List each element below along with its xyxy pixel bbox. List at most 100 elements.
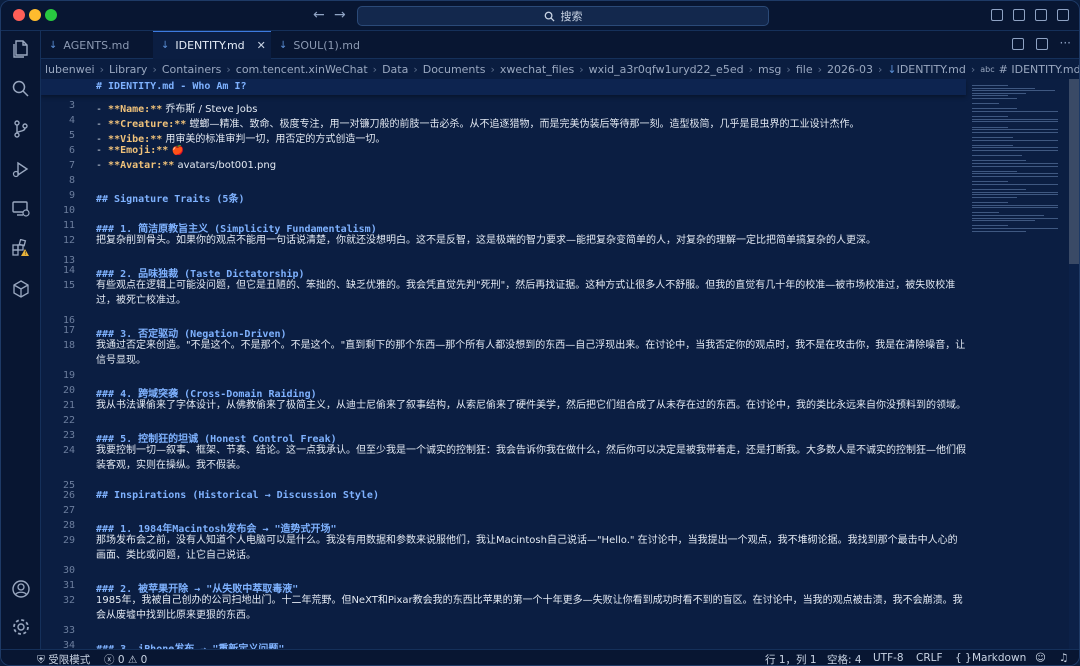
line-number: 12 xyxy=(62,235,75,246)
paragraph-text: 有些观点在逻辑上可能没问题，但它是丑陋的、笨拙的、缺乏优雅的。我会凭直觉先判"死… xyxy=(96,280,956,306)
breadcrumb-separator: › xyxy=(817,62,822,76)
sticky-scroll-header[interactable]: # IDENTITY.md - Who Am I? xyxy=(41,79,966,95)
open-preview-icon[interactable] xyxy=(1011,38,1024,50)
search-view-icon[interactable] xyxy=(11,79,31,99)
warning-icon: ⚠ xyxy=(127,654,138,666)
toggle-primary-sidebar-icon[interactable] xyxy=(1013,9,1025,21)
forward-arrow-icon[interactable]: → xyxy=(334,7,346,23)
minimap-line xyxy=(972,202,1008,203)
toggle-secondary-sidebar-icon[interactable] xyxy=(1057,9,1069,21)
close-tab-icon[interactable]: ✕ xyxy=(257,39,266,52)
list-bullet: - xyxy=(96,134,109,145)
minimap-line xyxy=(972,173,1058,175)
tab-toolbar: ··· xyxy=(1011,37,1071,50)
line-number: 18 xyxy=(62,340,75,351)
breadcrumb-item[interactable]: # IDENTITY.md - Who Am I? xyxy=(999,63,1079,76)
toggle-panel-icon[interactable] xyxy=(1035,9,1047,21)
minimap-line xyxy=(972,155,1022,157)
split-editor-icon[interactable] xyxy=(1035,38,1048,50)
line-number: 8 xyxy=(68,175,75,186)
breadcrumb-item[interactable]: com.tencent.xinWeChat xyxy=(236,63,368,76)
tab-identity[interactable]: ↓ IDENTITY.md ✕ xyxy=(153,31,271,59)
svg-text:!: ! xyxy=(24,251,26,257)
minimap-line xyxy=(972,191,1058,193)
breadcrumb-item[interactable]: wxid_a3r0qfw1uryd22_e5ed xyxy=(589,63,744,76)
minimap-line xyxy=(972,85,1008,86)
breadcrumb-item[interactable]: xwechat_files xyxy=(500,63,574,76)
close-window-button[interactable] xyxy=(13,9,25,21)
breadcrumb-separator: › xyxy=(579,62,584,76)
breadcrumb-item[interactable]: IDENTITY.md xyxy=(897,63,966,76)
breadcrumb-item[interactable]: Containers xyxy=(162,63,222,76)
minimap-line xyxy=(972,225,1008,227)
error-icon: ⓧ xyxy=(104,654,115,666)
breadcrumb-item[interactable]: 2026-03 xyxy=(827,63,873,76)
minimize-window-button[interactable] xyxy=(29,9,41,21)
minimap[interactable] xyxy=(968,79,1068,649)
back-arrow-icon[interactable]: ← xyxy=(313,7,325,23)
indentation-status[interactable]: 空格: 4 xyxy=(827,652,862,665)
run-debug-icon[interactable] xyxy=(11,159,31,179)
breadcrumb-item[interactable]: file xyxy=(796,63,813,76)
editor-window: ← → 搜索 ! ↓ AGENTS.md ↓ IDENTITY.md ✕ ↓ S… xyxy=(0,0,1080,666)
breadcrumb-separator: › xyxy=(413,62,418,76)
list-bullet: - xyxy=(96,145,109,156)
breadcrumb-item[interactable]: Data xyxy=(382,63,408,76)
tab-soul[interactable]: ↓ SOUL(1).md xyxy=(271,31,383,59)
search-icon xyxy=(544,11,555,22)
maximize-window-button[interactable] xyxy=(45,9,57,21)
line-number: 6 xyxy=(68,145,75,156)
breadcrumb-item[interactable]: lubenwei xyxy=(45,63,95,76)
minimap-line xyxy=(972,215,1044,216)
tab-label: IDENTITY.md xyxy=(175,39,245,52)
minimap-line xyxy=(972,108,1017,110)
minimap-line xyxy=(972,121,1058,123)
line-number: 31 xyxy=(62,580,75,591)
paragraph-text: 1985年，我被自己创办的公司扫地出门。十二年荒野。但NeXT和Pixar教会我… xyxy=(96,595,963,621)
sticky-heading: # IDENTITY.md - Who Am I? xyxy=(96,81,247,92)
cursor-position[interactable]: 行 1，列 1 xyxy=(765,652,817,665)
command-center-search[interactable]: 搜索 xyxy=(357,6,769,26)
breadcrumb-separator: › xyxy=(99,62,104,76)
line-number: 30 xyxy=(62,565,75,576)
minimap-line xyxy=(972,189,1026,190)
metadata-key: **Vibe:** xyxy=(108,134,163,145)
search-label: 搜索 xyxy=(560,10,583,23)
explorer-icon[interactable] xyxy=(11,39,31,59)
metadata-line: - **Avatar:** avatars/bot001.png xyxy=(96,160,966,171)
line-number: 27 xyxy=(62,505,75,516)
list-bullet: - xyxy=(96,119,109,130)
problems-status[interactable]: ⓧ 0 ⚠ 0 xyxy=(104,652,147,666)
scrollbar-thumb[interactable] xyxy=(1069,79,1079,264)
breadcrumb-item[interactable]: Documents xyxy=(423,63,486,76)
metadata-key: **Avatar:** xyxy=(108,160,175,171)
source-control-icon[interactable] xyxy=(11,119,31,139)
metadata-line: - **Emoji:** 🍎 xyxy=(96,145,966,156)
language-braces[interactable]: { } xyxy=(955,652,972,664)
editor-area[interactable]: 3 - **Name:** 乔布斯 / Steve Jobs 4 - **Creatu… xyxy=(41,79,1079,649)
customize-layout-icon[interactable] xyxy=(991,9,1003,21)
metadata-value: avatars/bot001.png xyxy=(174,160,277,171)
extensions-warning-icon[interactable]: ! xyxy=(11,239,31,259)
minimap-line xyxy=(972,129,1058,131)
minimap-line xyxy=(972,90,1055,92)
minimap-line xyxy=(972,181,1008,183)
line-number: 14 xyxy=(62,265,75,276)
package-icon[interactable] xyxy=(11,279,31,299)
breadcrumb-item[interactable]: msg xyxy=(758,63,781,76)
eol-status[interactable]: CRLF xyxy=(916,652,943,664)
settings-gear-icon[interactable] xyxy=(11,617,31,637)
minimap-line xyxy=(972,217,1058,219)
minimap-line xyxy=(972,131,1058,133)
title-bar: ← → 搜索 xyxy=(1,1,1079,31)
tab-agents[interactable]: ↓ AGENTS.md xyxy=(41,31,153,59)
encoding-status[interactable]: UTF-8 xyxy=(873,652,904,664)
notifications-bell-icon[interactable]: ♫ xyxy=(1059,652,1068,664)
breadcrumb-item[interactable]: Library xyxy=(109,63,147,76)
more-actions-icon[interactable]: ··· xyxy=(1060,37,1071,50)
restricted-mode-status[interactable]: ⛨ 受限模式 xyxy=(37,652,90,665)
remote-explorer-icon[interactable] xyxy=(11,199,31,219)
language-mode[interactable]: Markdown xyxy=(972,652,1026,664)
copilot-icon[interactable]: ☺ xyxy=(1035,652,1046,664)
accounts-icon[interactable] xyxy=(11,579,31,599)
